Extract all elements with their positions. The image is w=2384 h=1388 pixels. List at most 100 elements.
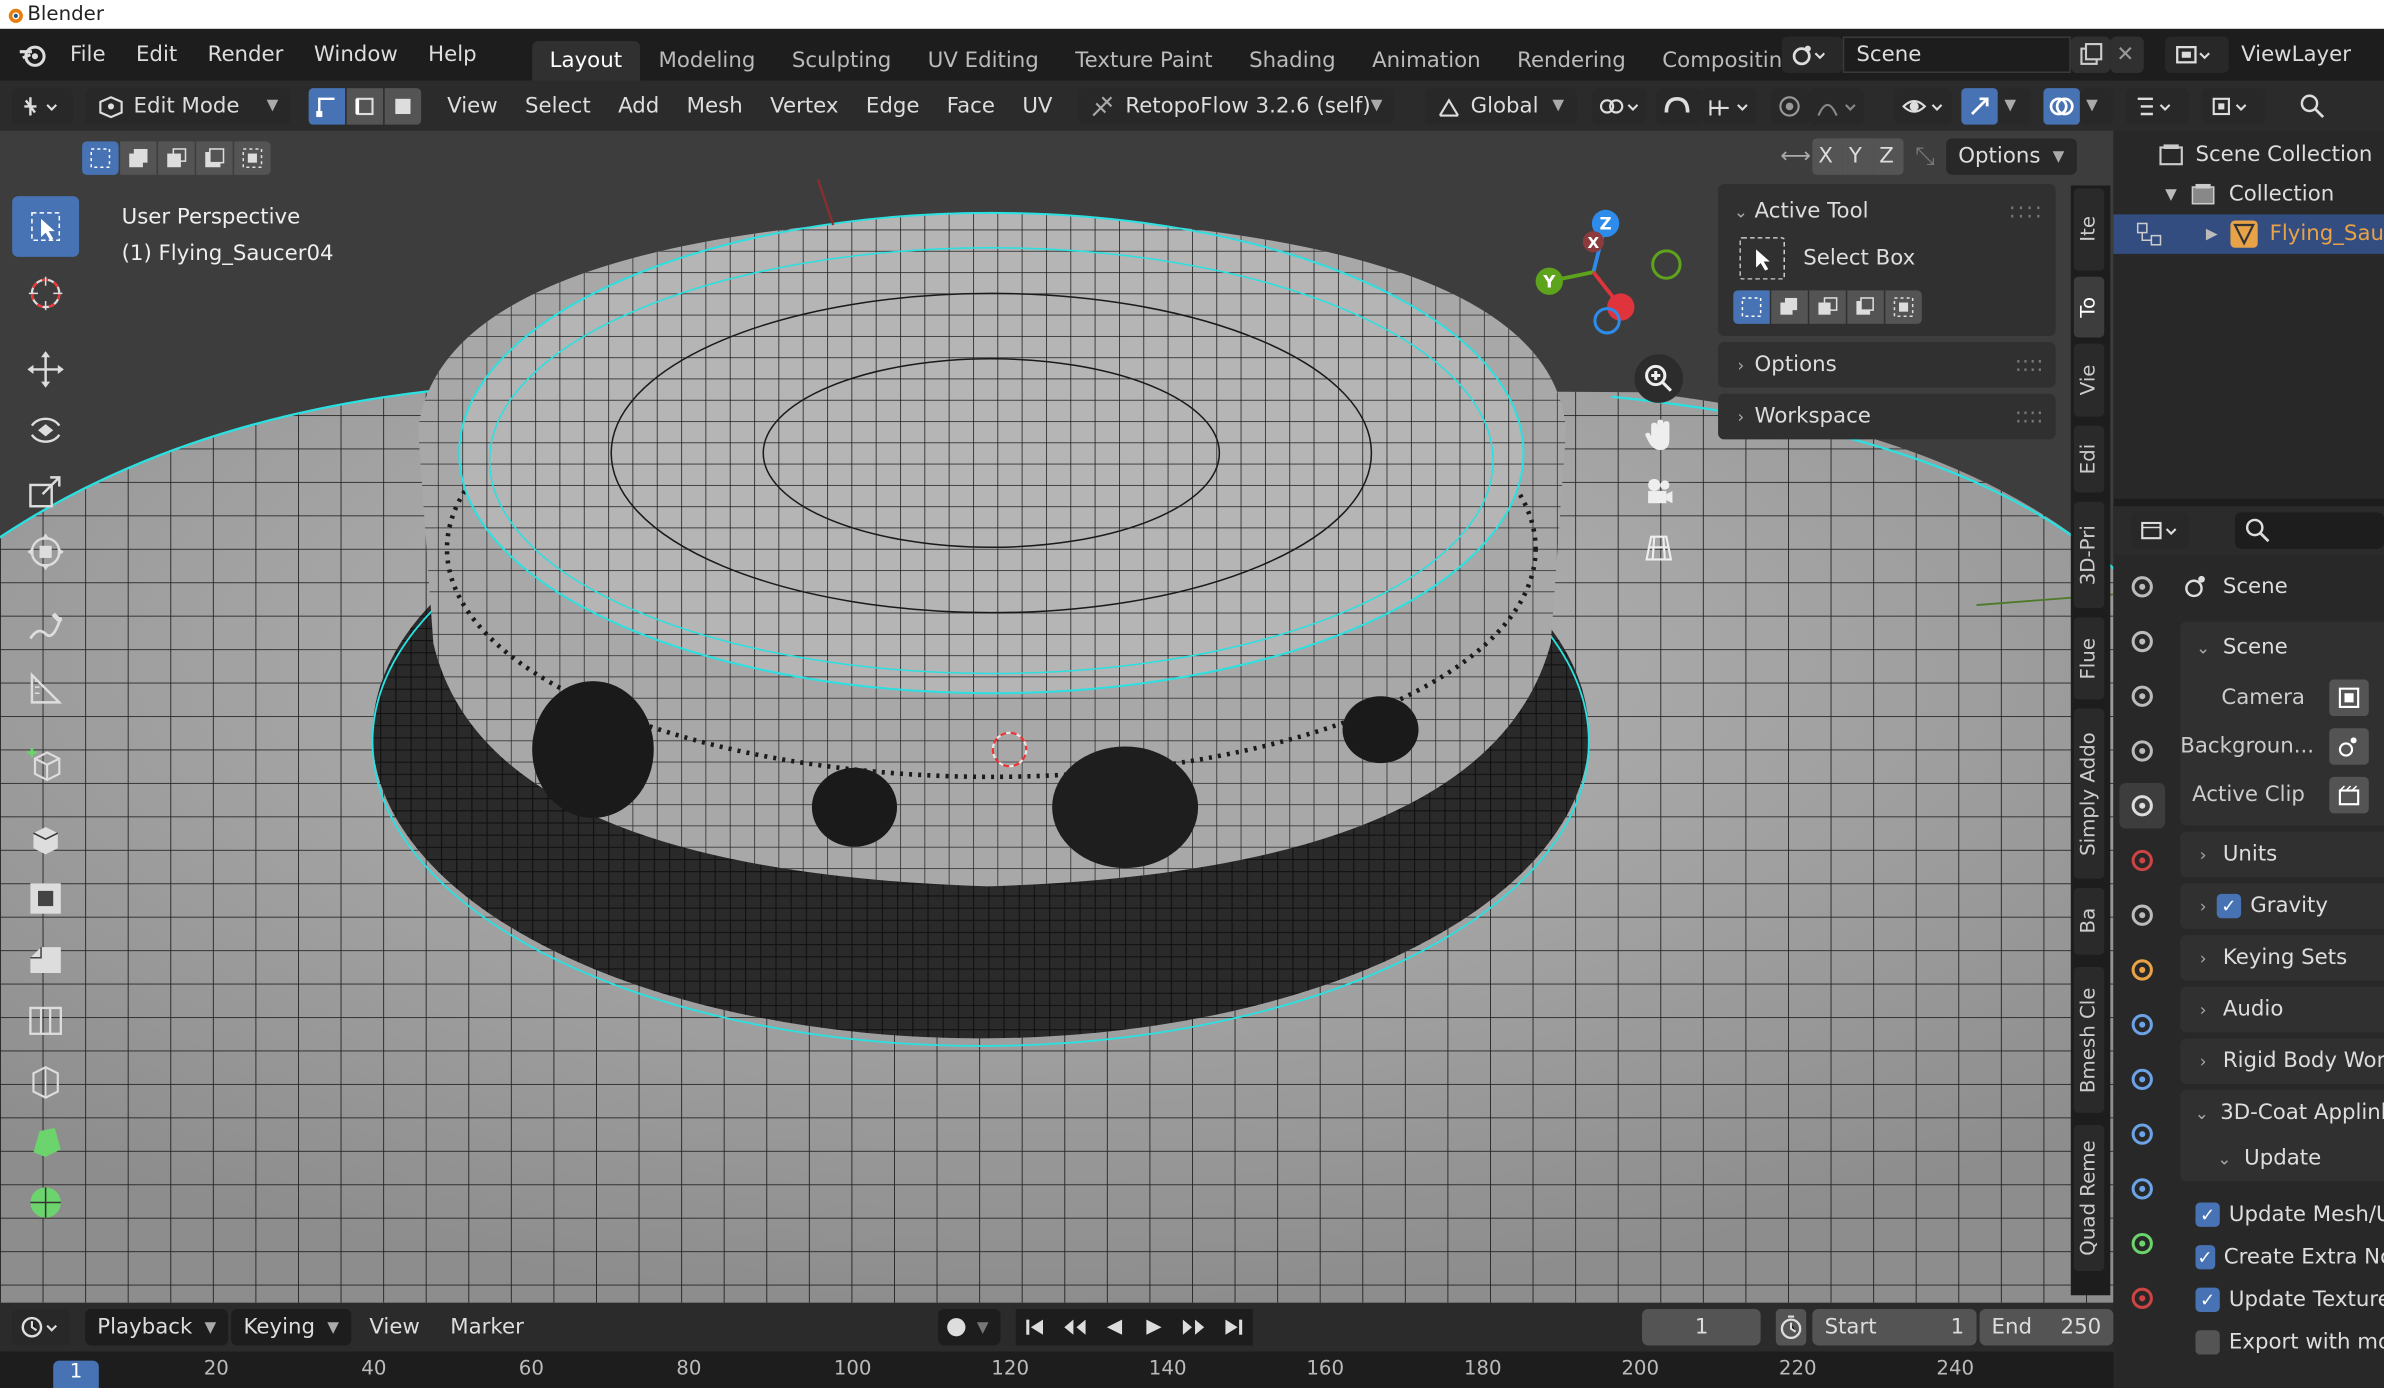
jump-end-icon[interactable]	[1213, 1308, 1253, 1346]
applink-option-row[interactable]: ✓ Update Texture	[2180, 1279, 2384, 1322]
tab-shading[interactable]: Shading	[1231, 41, 1354, 81]
overlay-chevron-icon[interactable]: ▼	[2080, 87, 2114, 124]
npanel-tab-7[interactable]: Ba	[2073, 887, 2105, 955]
menu-help[interactable]: Help	[413, 35, 492, 75]
vertex-select-icon[interactable]	[308, 87, 346, 124]
constraints-icon[interactable]	[2119, 1166, 2165, 1212]
mode-invert-icon[interactable]	[1847, 290, 1884, 324]
applink-checkbox[interactable]: ✓	[2195, 1287, 2220, 1312]
drag-handle-icon[interactable]: ::::	[2015, 353, 2044, 377]
expand-arrow-right-icon[interactable]: ▶	[2206, 226, 2229, 243]
keying-menu[interactable]: Keying ▼	[231, 1308, 352, 1346]
collection-icon[interactable]	[2119, 892, 2165, 938]
viewlayer-browse-icon[interactable]	[2165, 36, 2229, 73]
workspace-panel-header[interactable]: › Workspace::::	[1718, 393, 2056, 440]
jump-start-icon[interactable]	[1015, 1308, 1056, 1346]
units-panel-header[interactable]: › Units	[2180, 831, 2384, 878]
rigid-body-panel-header[interactable]: › Rigid Body Worl	[2180, 1038, 2384, 1084]
pan-hand-icon[interactable]	[1634, 410, 1683, 459]
record-toggle[interactable]: ▼	[937, 1308, 1001, 1346]
menu-file[interactable]: File	[55, 35, 121, 75]
output-icon[interactable]	[2119, 673, 2165, 719]
extrude-tool[interactable]	[12, 807, 79, 868]
retopoflow-dropdown[interactable]: RetopoFlow 3.2.6 (self) ▼	[1078, 87, 1395, 124]
gizmo-chevron-icon[interactable]: ▼	[1998, 87, 2032, 124]
applink-panel-header[interactable]: ⌄ 3D-Coat Applink	[2180, 1090, 2384, 1136]
options-panel-header[interactable]: › Options::::	[1718, 342, 2056, 388]
play-reverse-icon[interactable]	[1094, 1308, 1135, 1346]
select-new-icon[interactable]	[82, 141, 119, 175]
properties-editor-type-icon[interactable]	[2131, 512, 2190, 549]
menu-uv[interactable]: UV	[1009, 86, 1067, 126]
npanel-tab-3[interactable]: Edi	[2073, 425, 2105, 493]
snap-element-icon[interactable]: ⤡	[1904, 141, 1947, 171]
axis-x-toggle[interactable]: X	[1812, 138, 1843, 175]
menu-face[interactable]: Face	[933, 86, 1009, 126]
new-scene-icon[interactable]	[2070, 36, 2111, 73]
menu-select[interactable]: Select	[511, 86, 604, 126]
scene-panel-header[interactable]: ⌄ Scene	[2180, 622, 2384, 674]
npanel-tab-8[interactable]: Bmesh Cle	[2073, 966, 2105, 1113]
tab-uv-editing[interactable]: UV Editing	[909, 41, 1057, 81]
select-subtract-icon[interactable]	[158, 141, 195, 175]
object-icon[interactable]	[2119, 947, 2165, 993]
blender-menu-icon[interactable]	[9, 32, 55, 78]
applink-checkbox[interactable]: ✓	[2195, 1202, 2220, 1227]
select-invert-icon[interactable]	[196, 141, 233, 175]
ortho-grid-icon[interactable]	[1634, 523, 1683, 572]
search-icon[interactable]	[2290, 87, 2336, 123]
loop-cut-tool[interactable]	[12, 990, 79, 1051]
scene-browse-icon[interactable]	[1781, 36, 1843, 73]
npanel-tab-6[interactable]: Simply Addo	[2073, 708, 2105, 879]
stopwatch-icon[interactable]	[1776, 1308, 1807, 1346]
menu-render[interactable]: Render	[192, 35, 298, 75]
background-scene-icon[interactable]	[2329, 728, 2369, 765]
navigation-gizmo[interactable]: Z Y X	[1520, 199, 1702, 351]
npanel-tab-9[interactable]: Quad Reme	[2073, 1124, 2105, 1271]
proportional-edit-icon[interactable]	[1770, 87, 1811, 124]
gravity-panel-header[interactable]: › ✓ Gravity	[2180, 883, 2384, 929]
viewlayer-selector[interactable]: ViewLayer	[2165, 35, 2384, 75]
applink-checkbox[interactable]: ✓	[2195, 1245, 2215, 1270]
end-frame-field[interactable]: End 250	[1979, 1308, 2114, 1346]
select-intersect-icon[interactable]	[234, 141, 271, 175]
display-mode-icon[interactable]	[2201, 87, 2266, 124]
npanel-tab-4[interactable]: 3D-Pri	[2073, 501, 2105, 609]
bevel-tool[interactable]	[12, 929, 79, 990]
scene-collection-row[interactable]: Scene Collection	[2113, 135, 2384, 175]
modifier-icon[interactable]	[2119, 1002, 2165, 1048]
menu-view[interactable]: View	[433, 86, 511, 126]
tab-texture-paint[interactable]: Texture Paint	[1057, 41, 1231, 81]
jump-keyframe-forward-icon[interactable]	[1173, 1308, 1214, 1346]
applink-option-row[interactable]: ✓ Create Extra No	[2180, 1236, 2384, 1279]
material-icon[interactable]	[2119, 1276, 2165, 1322]
clip-picker-icon[interactable]	[2329, 776, 2369, 814]
collection-row[interactable]: ▼ Collection	[2113, 175, 2384, 215]
menu-edit[interactable]: Edit	[121, 35, 193, 75]
timeline-marker-menu[interactable]: Marker	[435, 1307, 539, 1347]
select-box-tool[interactable]	[12, 196, 80, 257]
camera-view-icon[interactable]	[1634, 467, 1683, 516]
keying-sets-panel-header[interactable]: › Keying Sets	[2180, 934, 2384, 981]
update-subpanel-header[interactable]: ⌄ Update	[2180, 1136, 2384, 1182]
tab-sculpting[interactable]: Sculpting	[774, 41, 910, 81]
mode-extend-icon[interactable]	[1771, 290, 1808, 324]
pivot-point-icon[interactable]	[1591, 87, 1647, 124]
orientation-dropdown[interactable]: Global ▼	[1424, 87, 1577, 124]
menu-add[interactable]: Add	[604, 86, 673, 126]
applink-checkbox[interactable]	[2195, 1330, 2220, 1355]
viewlayer-name-field[interactable]: ViewLayer	[2228, 36, 2384, 73]
mode-dropdown[interactable]: Edit Mode ▼	[84, 87, 291, 124]
axis-y-toggle[interactable]: Y	[1842, 138, 1874, 175]
zoom-icon[interactable]	[1634, 354, 1684, 403]
npanel-tab-5[interactable]: Flue	[2073, 617, 2105, 700]
snap-target-icon[interactable]	[1700, 87, 1756, 124]
gizmo-toggle-icon[interactable]	[1962, 87, 1999, 124]
scene-icon[interactable]	[2119, 782, 2166, 829]
applink-option-row[interactable]: Export with mo	[2180, 1321, 2384, 1364]
drag-handle-icon[interactable]: ::::	[2009, 199, 2044, 223]
timeline-view-menu[interactable]: View	[354, 1307, 435, 1347]
add-cube-tool[interactable]	[12, 734, 79, 795]
npanel-tab-1[interactable]: To	[2073, 276, 2105, 338]
inset-tool[interactable]	[12, 868, 79, 929]
